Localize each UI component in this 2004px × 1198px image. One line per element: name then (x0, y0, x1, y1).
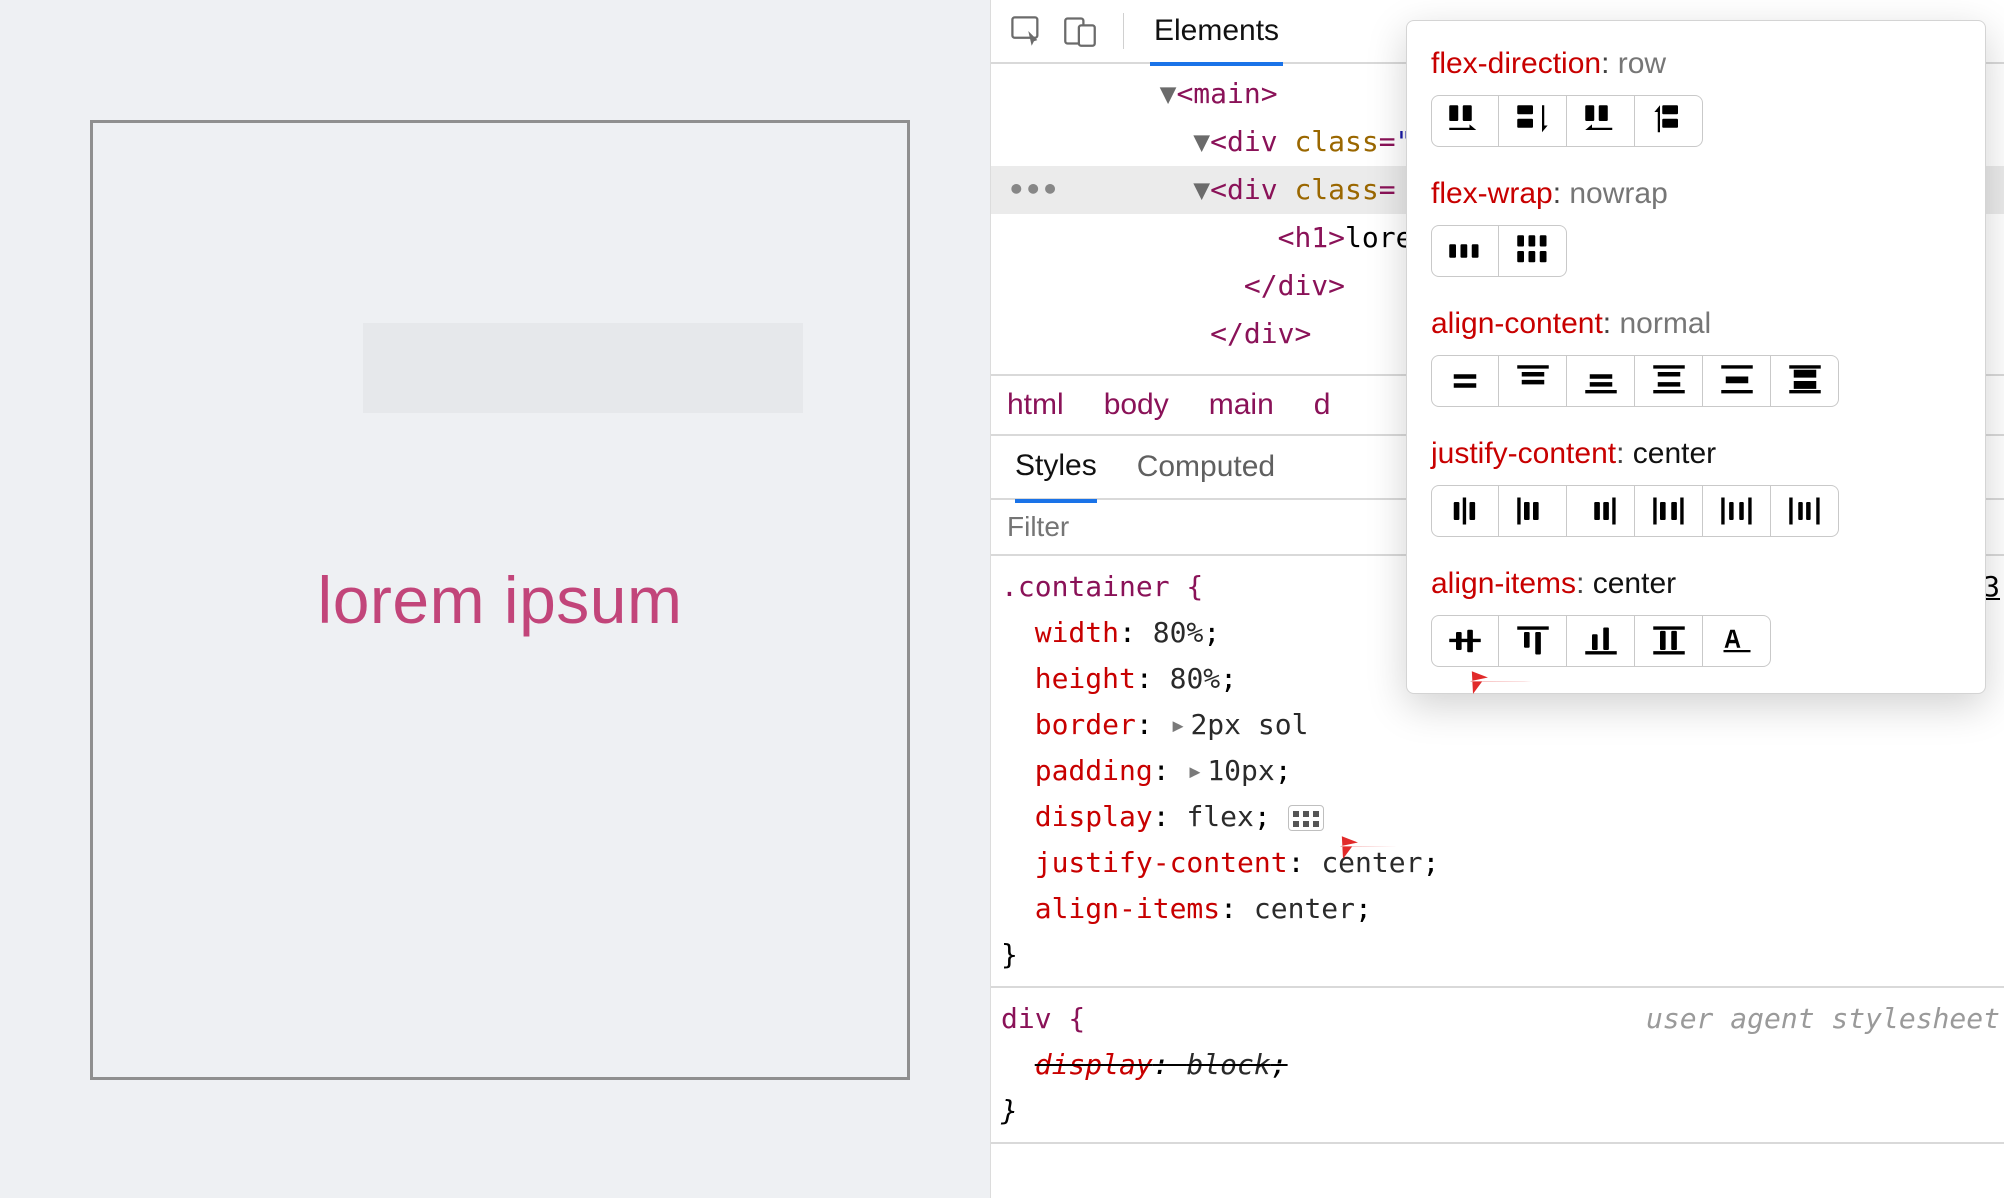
page-heading: lorem ipsum (318, 562, 683, 638)
css-val-height[interactable]: 80% (1170, 662, 1221, 695)
fp-group-flex-wrap: flex-wrap: nowrap (1431, 177, 1961, 277)
fp-value-align-content: normal (1619, 307, 1711, 340)
css-selector: .container { (1001, 570, 1203, 603)
fp-label-align-items: align-items (1431, 567, 1576, 600)
fw-wrap-button[interactable] (1499, 225, 1567, 277)
tab-computed[interactable]: Computed (1137, 450, 1275, 484)
ai-baseline-button[interactable] (1703, 615, 1771, 667)
fd-column-button[interactable] (1499, 95, 1567, 147)
fp-value-flex-direction: row (1618, 47, 1666, 80)
css-prop-justify[interactable]: justify-content (1035, 846, 1288, 879)
css-prop-align[interactable]: align-items (1035, 892, 1220, 925)
fd-column-reverse-button[interactable] (1635, 95, 1703, 147)
css-close-brace-2: } (1001, 1094, 1018, 1127)
fp-value-align-items: center (1593, 567, 1676, 600)
jc-evenly-button[interactable] (1771, 485, 1839, 537)
css-prop-width[interactable]: width (1035, 616, 1119, 649)
ac-center-button[interactable] (1431, 355, 1499, 407)
ac-between-button[interactable] (1635, 355, 1703, 407)
crumb-html[interactable]: html (1007, 388, 1064, 422)
device-toggle-icon[interactable] (1063, 14, 1097, 48)
jc-start-button[interactable] (1499, 485, 1567, 537)
jc-center-button[interactable] (1431, 485, 1499, 537)
fp-value-justify-content: center (1633, 437, 1716, 470)
css-val-border[interactable]: 2px sol (1190, 708, 1308, 741)
page-viewport: lorem ipsum (0, 0, 990, 1198)
css-prop-height[interactable]: height (1035, 662, 1136, 695)
css-prop-border[interactable]: border (1035, 708, 1136, 741)
ai-stretch-button[interactable] (1635, 615, 1703, 667)
devtools-panel: Elements ▼<main> ▼<div class=" ••• ▼<div… (990, 0, 2004, 1198)
crumb-main[interactable]: main (1209, 388, 1274, 422)
fp-value-flex-wrap: nowrap (1569, 177, 1667, 210)
ai-end-button[interactable] (1567, 615, 1635, 667)
css-val-width[interactable]: 80% (1153, 616, 1204, 649)
css-close-brace: } (1001, 938, 1018, 971)
css-val-align[interactable]: center (1254, 892, 1355, 925)
fd-row-reverse-button[interactable] (1567, 95, 1635, 147)
fp-group-align-content: align-content: normal (1431, 307, 1961, 407)
css-prop-display-ua: display (1035, 1048, 1153, 1081)
crumb-body[interactable]: body (1104, 388, 1169, 422)
ac-start-button[interactable] (1499, 355, 1567, 407)
fp-label-flex-wrap: flex-wrap (1431, 177, 1553, 210)
fp-group-flex-direction: flex-direction: row (1431, 47, 1961, 147)
tab-styles[interactable]: Styles (1015, 449, 1097, 503)
ac-end-button[interactable] (1567, 355, 1635, 407)
fp-label-flex-direction: flex-direction (1431, 47, 1601, 80)
css-val-display[interactable]: flex (1186, 800, 1253, 833)
ac-around-button[interactable] (1703, 355, 1771, 407)
fp-group-justify-content: justify-content: center (1431, 437, 1961, 537)
ac-stretch-button[interactable] (1771, 355, 1839, 407)
fp-label-justify-content: justify-content (1431, 437, 1616, 470)
fp-label-align-content: align-content (1431, 307, 1603, 340)
fw-nowrap-button[interactable] (1431, 225, 1499, 277)
inspect-icon[interactable] (1009, 14, 1043, 48)
css-rule-div-ua[interactable]: user agent stylesheet div { display: blo… (991, 988, 2004, 1144)
fd-row-button[interactable] (1431, 95, 1499, 147)
tab-elements[interactable]: Elements (1150, 14, 1283, 66)
flex-editor-icon[interactable] (1288, 805, 1324, 831)
element-highlight (363, 323, 803, 413)
css-prop-display[interactable]: display (1035, 800, 1153, 833)
jc-between-button[interactable] (1635, 485, 1703, 537)
flex-editor-popover: flex-direction: row flex-wrap: nowrap al… (1406, 20, 1986, 694)
css-val-padding[interactable]: 10px (1207, 754, 1274, 787)
jc-around-button[interactable] (1703, 485, 1771, 537)
css-prop-padding[interactable]: padding (1035, 754, 1153, 787)
container-box: lorem ipsum (90, 120, 910, 1080)
css-val-display-ua: block (1186, 1048, 1270, 1081)
toolbar-separator (1123, 13, 1124, 49)
jc-end-button[interactable] (1567, 485, 1635, 537)
crumb-div[interactable]: d (1314, 388, 1331, 422)
ua-stylesheet-label: user agent stylesheet (1646, 996, 2000, 1042)
css-selector-div: div { (1001, 1002, 1085, 1035)
